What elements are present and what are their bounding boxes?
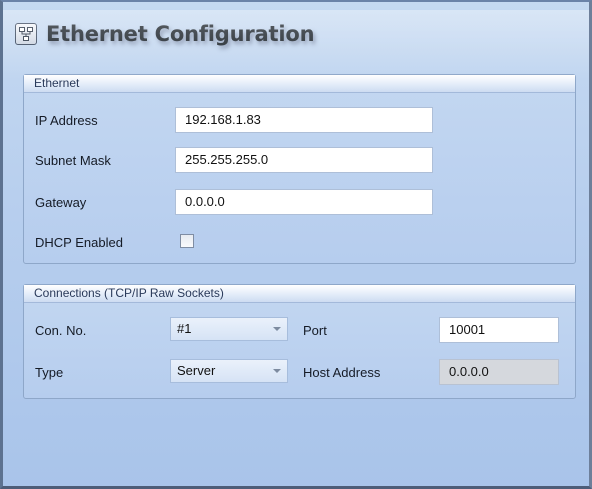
title-bar: Ethernet Configuration [15, 16, 315, 52]
network-icon [15, 23, 37, 45]
ethernet-group-header: Ethernet [24, 75, 575, 93]
type-select[interactable]: Server [170, 359, 288, 383]
type-value: Server [177, 363, 216, 378]
ip-address-label: IP Address [35, 113, 98, 128]
ip-address-field[interactable]: 192.168.1.83 [175, 107, 433, 133]
subnet-mask-field[interactable]: 255.255.255.0 [175, 147, 433, 173]
chevron-down-icon [273, 327, 281, 331]
ethernet-configuration-window: Ethernet Configuration Ethernet IP Addre… [0, 0, 592, 489]
con-no-label: Con. No. [35, 323, 87, 338]
host-address-label: Host Address [303, 365, 381, 380]
chevron-down-icon [273, 369, 281, 373]
subnet-mask-label: Subnet Mask [35, 153, 111, 168]
dhcp-enabled-label: DHCP Enabled [35, 235, 123, 250]
port-field[interactable]: 10001 [439, 317, 559, 343]
connections-group-header: Connections (TCP/IP Raw Sockets) [24, 285, 575, 303]
port-label: Port [303, 323, 327, 338]
gateway-label: Gateway [35, 195, 87, 210]
host-address-field: 0.0.0.0 [439, 359, 559, 385]
page-title: Ethernet Configuration [46, 22, 315, 46]
ethernet-group: Ethernet IP Address 192.168.1.83 Subnet … [23, 74, 576, 264]
gateway-field[interactable]: 0.0.0.0 [175, 189, 433, 215]
con-no-value: #1 [177, 321, 192, 336]
connections-group: Connections (TCP/IP Raw Sockets) Con. No… [23, 284, 576, 399]
dhcp-enabled-checkbox[interactable] [180, 234, 194, 248]
con-no-select[interactable]: #1 [170, 317, 288, 341]
type-label: Type [35, 365, 64, 380]
